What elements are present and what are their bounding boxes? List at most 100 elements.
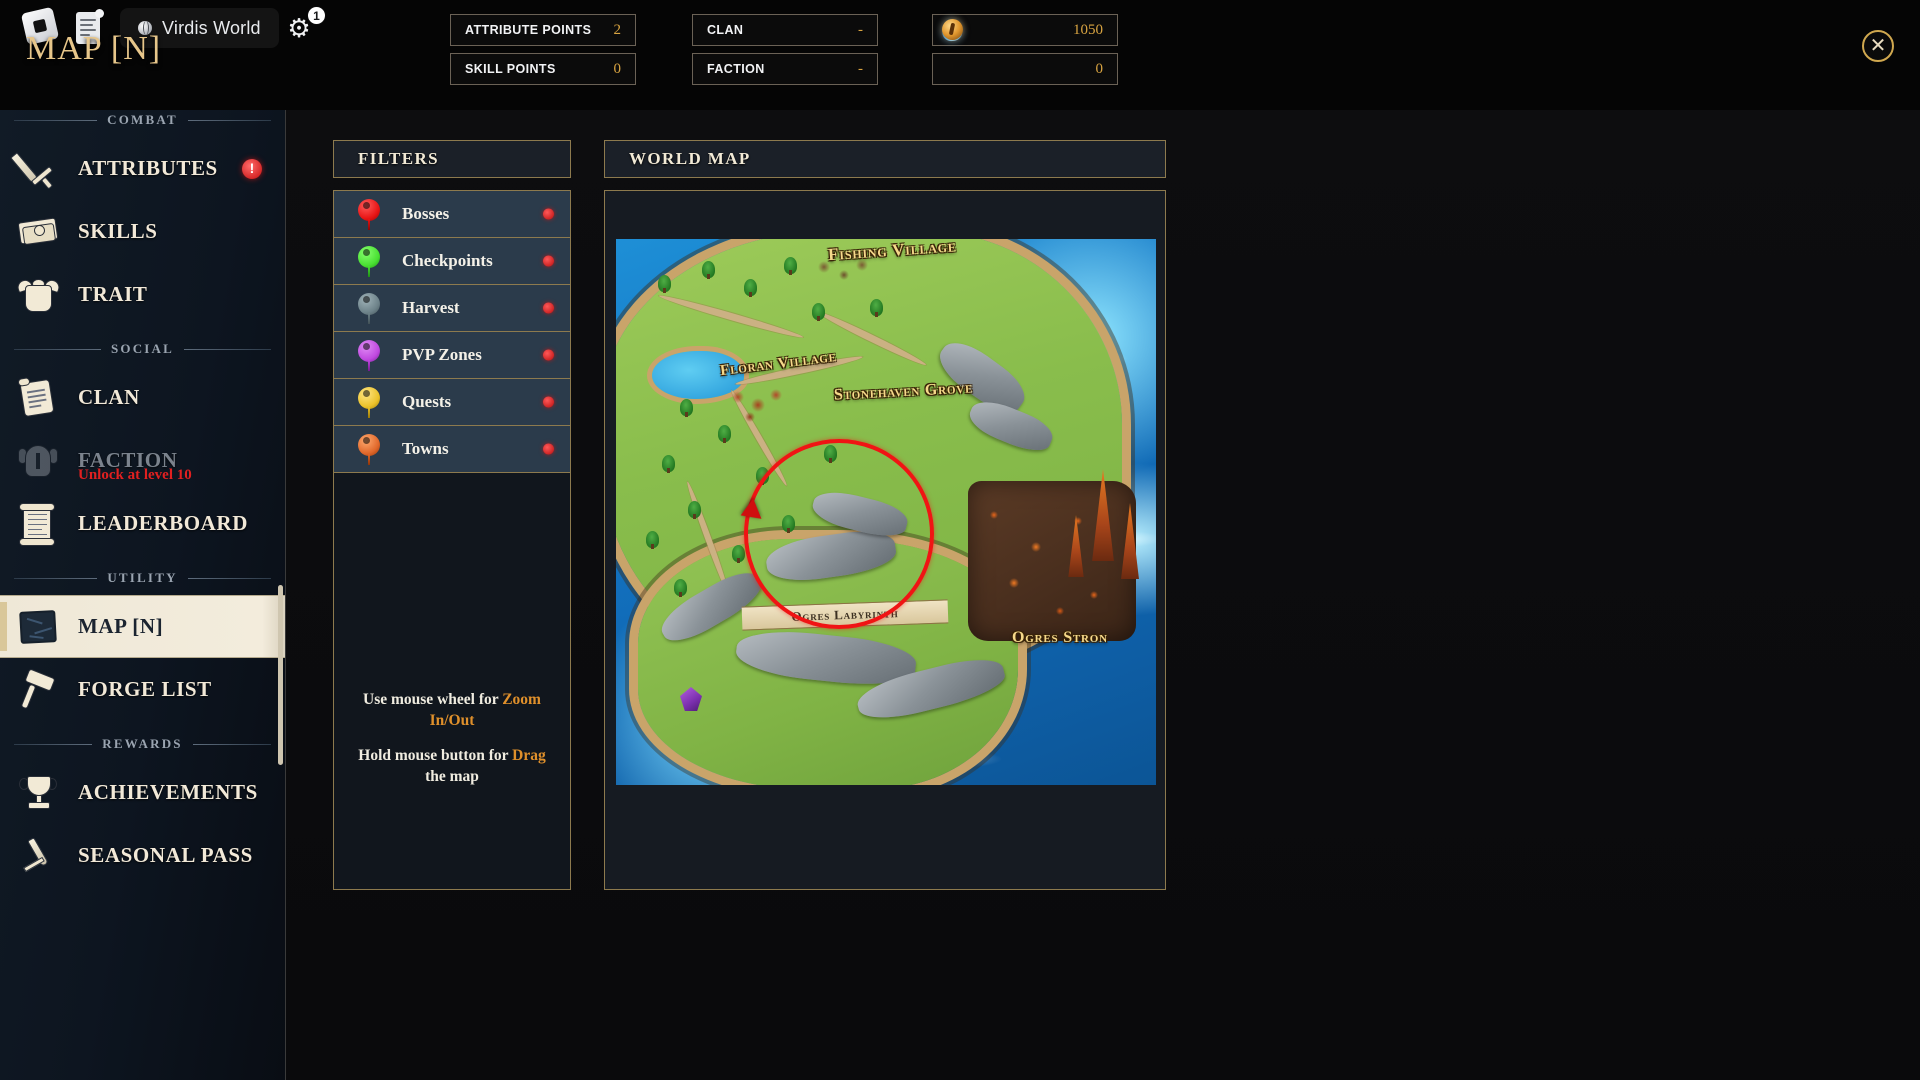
filter-label: Towns	[402, 439, 449, 458]
pin-icon-quests	[358, 387, 380, 418]
world-map-header-label: WORLD MAP	[629, 149, 751, 168]
sidebar-item-clan[interactable]: CLAN	[0, 366, 285, 429]
affiliation-stats-group: CLAN - FACTION -	[692, 14, 878, 85]
help-highlight: Drag	[512, 747, 546, 764]
sidebar-section-utility: UTILITY	[0, 561, 285, 595]
help-line-zoom: Use mouse wheel for Zoom In/Out	[348, 689, 556, 731]
sidebar-item-skills[interactable]: SKILLS	[0, 200, 285, 263]
stat-label: SKILL POINTS	[465, 62, 556, 76]
points-stats-group: ATTRIBUTE POINTS 2 SKILL POINTS 0	[450, 14, 636, 85]
sidebar-item-trait[interactable]: TRAIT	[0, 263, 285, 326]
sidebar-scrollbar[interactable]	[278, 585, 283, 765]
filter-row-quests[interactable]: Quests	[334, 379, 570, 426]
divider-line	[187, 577, 271, 579]
world-map-header: WORLD MAP	[604, 140, 1166, 178]
main-content: FILTERS Bosses Checkpoints Harvest PVP Z…	[285, 96, 1920, 1080]
world-map-panel: WORLD MAP Ogres Labyrinth Fishing Villag…	[604, 140, 1166, 890]
stat-clan: CLAN -	[692, 14, 878, 46]
map-tree	[732, 545, 745, 563]
stat-attribute-points: ATTRIBUTE POINTS 2	[450, 14, 636, 46]
spellbook-icon	[14, 210, 64, 254]
sidebar-item-map[interactable]: MAP [N]	[0, 595, 285, 658]
sidebar-item-faction[interactable]: FACTION Unlock at level 10	[0, 429, 285, 492]
filters-panel: FILTERS Bosses Checkpoints Harvest PVP Z…	[333, 140, 571, 890]
currency-group: 1050 0	[932, 14, 1118, 85]
filter-row-towns[interactable]: Towns	[334, 426, 570, 473]
settings-button[interactable]: ⚙ 1	[282, 6, 328, 52]
sidebar-item-label: TRAIT	[78, 282, 148, 306]
currency-gold: 0	[932, 19, 1118, 85]
pin-icon-harvest	[358, 293, 380, 324]
filter-row-checkpoints[interactable]: Checkpoints	[334, 238, 570, 285]
map-label-ogres-stronghold: Ogres Stron	[1012, 629, 1108, 646]
sidebar-section-rewards: REWARDS	[0, 727, 285, 761]
pin-icon-checkpoints	[358, 246, 380, 277]
map-tree	[658, 275, 671, 293]
sidebar-item-forge-list[interactable]: FORGE LIST	[0, 658, 285, 721]
sidebar-item-achievements[interactable]: ACHIEVEMENTS	[0, 761, 285, 824]
filter-toggle-dot[interactable]	[543, 443, 554, 455]
stat-value: 0	[613, 60, 622, 77]
gold-coin-icon	[942, 19, 964, 41]
sidebar-item-label: LEADERBOARD	[78, 511, 248, 535]
filter-label: Checkpoints	[402, 251, 493, 270]
filter-row-harvest[interactable]: Harvest	[334, 285, 570, 332]
close-icon[interactable]: ✕	[1862, 30, 1894, 62]
helm-icon	[14, 439, 64, 483]
map-tree	[718, 425, 731, 443]
map-tree	[688, 501, 701, 519]
sword-icon	[10, 147, 64, 191]
armor-icon	[14, 273, 64, 317]
filters-header: FILTERS	[333, 140, 571, 178]
filter-toggle-dot[interactable]	[543, 396, 554, 408]
world-name-label: Virdis World	[162, 17, 261, 38]
help-suffix: the map	[425, 768, 479, 785]
stat-label: CLAN	[707, 23, 744, 37]
section-title: UTILITY	[107, 570, 178, 585]
filter-toggle-dot[interactable]	[543, 208, 554, 220]
section-title: COMBAT	[107, 112, 178, 127]
map-tree	[812, 303, 825, 321]
stat-label: FACTION	[707, 62, 765, 76]
filter-row-bosses[interactable]: Bosses	[334, 191, 570, 238]
filter-toggle-dot[interactable]	[543, 255, 554, 267]
sidebar-item-label: SKILLS	[78, 219, 158, 243]
stat-value: 2	[613, 21, 622, 38]
pin-icon-pvp-zones	[358, 340, 380, 371]
map-tree	[784, 257, 797, 275]
attributes-alert-badge: !	[242, 159, 262, 179]
sidebar-item-seasonal-pass[interactable]: SEASONAL PASS	[0, 824, 285, 887]
stat-value: -	[858, 60, 863, 77]
sidebar-item-attributes[interactable]: ATTRIBUTES !	[0, 137, 285, 200]
map-tree	[662, 455, 675, 473]
filter-label: Bosses	[402, 204, 450, 223]
world-map-canvas[interactable]: Ogres Labyrinth Fishing Village Floran V…	[616, 239, 1156, 785]
filter-toggle-dot[interactable]	[543, 302, 554, 314]
stat-faction: FACTION -	[692, 53, 878, 85]
faction-lock-message: Unlock at level 10	[78, 467, 192, 483]
map-tree	[702, 261, 715, 279]
map-tree	[646, 531, 659, 549]
sword-alt-icon	[14, 834, 64, 878]
sidebar-item-label: ATTRIBUTES	[78, 156, 218, 180]
sidebar-item-label: MAP [N]	[78, 614, 164, 638]
help-prefix: Use mouse wheel for	[363, 691, 503, 708]
currency-value: 1050	[1073, 21, 1103, 38]
map-tree	[744, 279, 757, 297]
filters-list: Bosses Checkpoints Harvest PVP Zones Que…	[333, 190, 571, 890]
filter-toggle-dot[interactable]	[543, 349, 554, 361]
filters-header-label: FILTERS	[358, 149, 439, 168]
world-map-body: Ogres Labyrinth Fishing Village Floran V…	[604, 190, 1166, 890]
divider-line	[184, 348, 271, 350]
map-village-cluster-fishing	[812, 253, 874, 287]
pin-icon-bosses	[358, 199, 380, 230]
map-help-text: Use mouse wheel for Zoom In/Out Hold mou…	[334, 689, 570, 801]
sidebar-item-label: SEASONAL PASS	[78, 843, 253, 867]
leaderboard-scroll-icon	[14, 502, 64, 546]
filter-row-pvp-zones[interactable]: PVP Zones	[334, 332, 570, 379]
divider-line	[192, 743, 272, 745]
section-title: SOCIAL	[110, 341, 175, 356]
section-title: REWARDS	[102, 736, 183, 751]
map-village-cluster-floran	[728, 387, 790, 425]
sidebar-item-leaderboard[interactable]: LEADERBOARD	[0, 492, 285, 555]
